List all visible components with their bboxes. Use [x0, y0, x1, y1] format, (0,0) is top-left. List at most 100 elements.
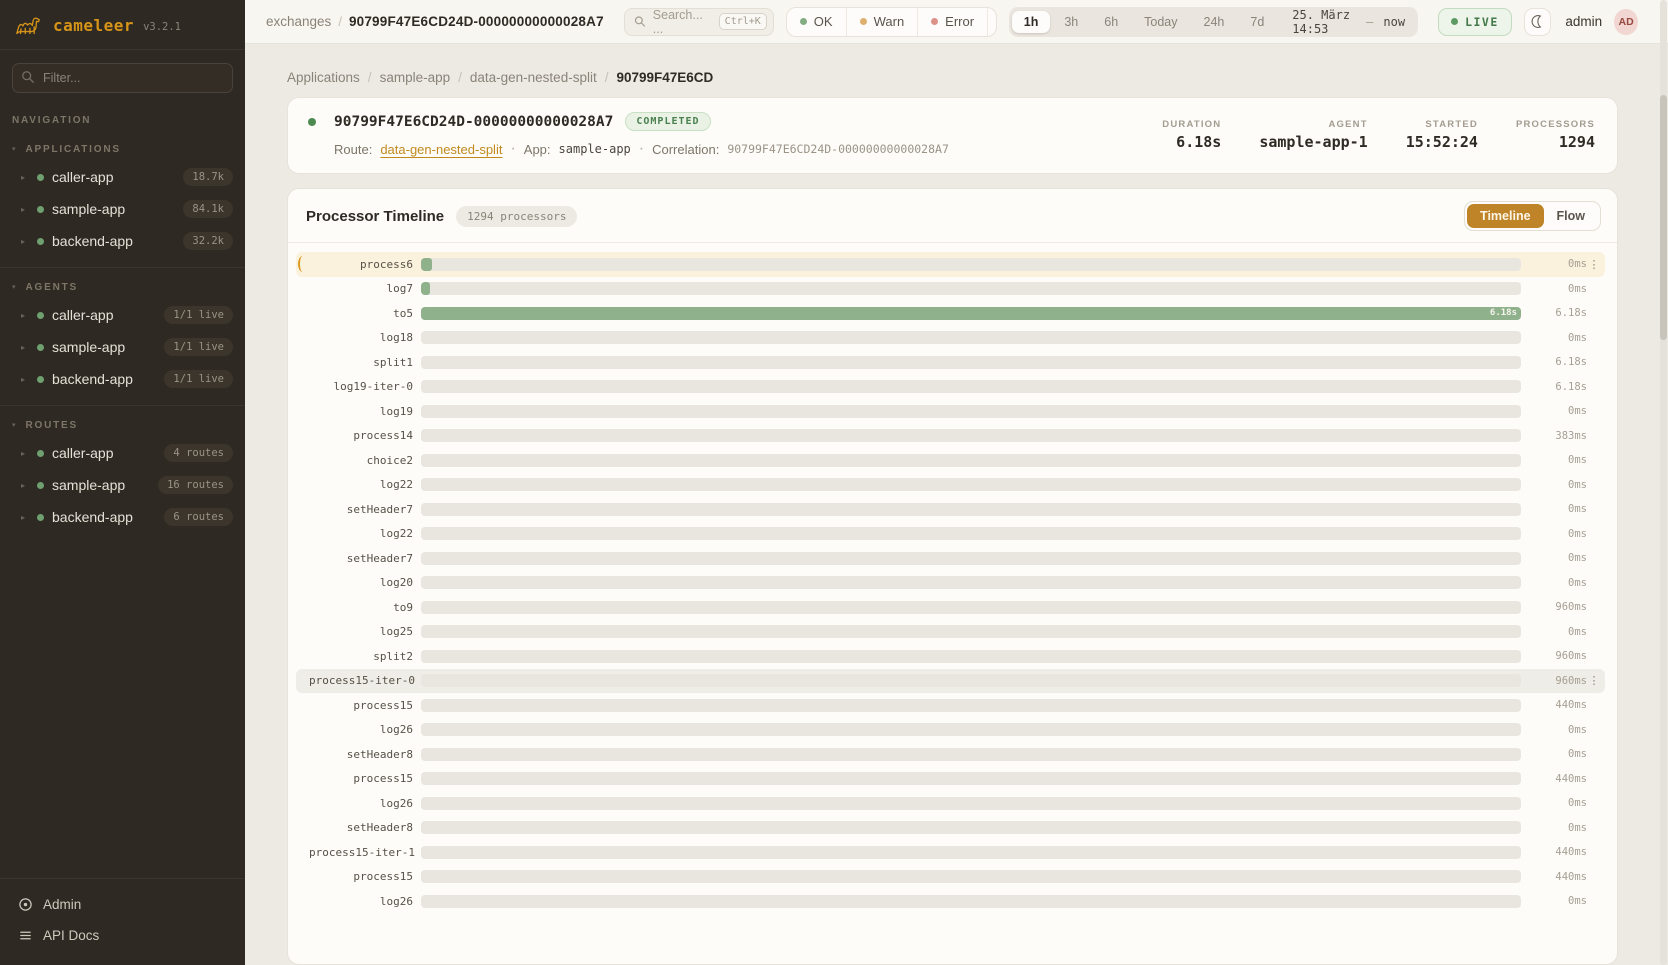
user-name[interactable]: admin: [1565, 14, 1602, 29]
duration-track: [421, 454, 1521, 467]
timeline-row-log26[interactable]: log260ms⋮: [296, 718, 1605, 743]
search-shortcut: Ctrl+K: [719, 13, 767, 30]
sidebar-footer-admin[interactable]: Admin: [0, 889, 245, 920]
timeline-row-log26[interactable]: log260ms⋮: [296, 791, 1605, 816]
timeline-row-split1[interactable]: split16.18s⋮: [296, 350, 1605, 375]
selected-row-bracket: [298, 330, 307, 346]
timeline-row-choice2[interactable]: choice20ms⋮: [296, 448, 1605, 473]
timeline-row-log20[interactable]: log200ms⋮: [296, 571, 1605, 596]
exchange-status-dot: [308, 118, 316, 126]
timeline-row-log22[interactable]: log220ms⋮: [296, 522, 1605, 547]
range-button-today[interactable]: Today: [1132, 11, 1189, 33]
selected-row-bracket: [298, 893, 307, 909]
timeline-row-process15[interactable]: process15440ms⋮: [296, 865, 1605, 890]
processor-name: process15-iter-0: [309, 674, 413, 687]
live-label: LIVE: [1465, 15, 1499, 29]
status-filter-error[interactable]: Error: [918, 8, 988, 36]
timeline-row-log25[interactable]: log250ms⋮: [296, 620, 1605, 645]
range-button-7d[interactable]: 7d: [1238, 11, 1276, 33]
nav-group-header-applications[interactable]: ▾APPLICATIONS: [0, 136, 245, 161]
kebab-menu-icon[interactable]: ⋮: [1587, 674, 1601, 687]
timeline-row-setHeader8[interactable]: setHeader80ms⋮: [296, 742, 1605, 767]
duration-track: [421, 478, 1521, 491]
duration-track: [421, 895, 1521, 908]
stat-processors: PROCESSORS1294: [1516, 119, 1595, 151]
sidebar-item-label: backend-app: [52, 233, 175, 249]
app-logo[interactable]: cameleer v3.2.1: [0, 0, 245, 50]
timeline-row-log19[interactable]: log190ms⋮: [296, 399, 1605, 424]
sidebar-item-sample-app[interactable]: ▸sample-app84.1k: [0, 193, 245, 225]
timeline-row-to5[interactable]: to56.18s6.18s⋮: [296, 301, 1605, 326]
view-button-timeline[interactable]: Timeline: [1467, 204, 1543, 228]
range-button-6h[interactable]: 6h: [1092, 11, 1130, 33]
sidebar-item-caller-app[interactable]: ▸caller-app18.7k: [0, 161, 245, 193]
processor-name: process15-iter-1: [309, 846, 413, 859]
scrollbar-thumb[interactable]: [1660, 95, 1667, 340]
live-dot: [1451, 18, 1458, 25]
timeline-row-to9[interactable]: to9960ms⋮: [296, 595, 1605, 620]
live-toggle[interactable]: LIVE: [1438, 8, 1512, 36]
time-range-separator: —: [1366, 15, 1373, 29]
sidebar-item-sample-app[interactable]: ▸sample-app1/1 live: [0, 331, 245, 363]
sidebar-item-badge: 84.1k: [183, 200, 233, 218]
avatar[interactable]: AD: [1614, 9, 1638, 35]
timeline-row-log19-iter-0[interactable]: log19-iter-06.18s⋮: [296, 375, 1605, 400]
theme-toggle-button[interactable]: [1524, 8, 1552, 36]
sidebar: cameleer v3.2.1 NAVIGATION ▾APPLICATIONS…: [0, 0, 245, 965]
timeline-row-process15-iter-0[interactable]: process15-iter-0960ms⋮: [296, 669, 1605, 694]
timeline-row-log26[interactable]: log260ms⋮: [296, 889, 1605, 914]
timeline-row-process6[interactable]: process60ms⋮: [296, 252, 1605, 277]
sidebar-item-backend-app[interactable]: ▸backend-app1/1 live: [0, 363, 245, 395]
timeline-row-setHeader7[interactable]: setHeader70ms⋮: [296, 546, 1605, 571]
duration-track: [421, 356, 1521, 369]
sidebar-item-label: sample-app: [52, 477, 150, 493]
status-filter-extra[interactable]: [988, 8, 997, 36]
view-button-flow[interactable]: Flow: [1544, 204, 1598, 228]
timeline-row-log18[interactable]: log180ms⋮: [296, 326, 1605, 351]
range-button-3h[interactable]: 3h: [1052, 11, 1090, 33]
sidebar-footer-api-docs[interactable]: API Docs: [0, 920, 245, 951]
timeline-rows: process60ms⋮log70ms⋮to56.18s6.18s⋮log180…: [288, 243, 1617, 914]
timeline-row-log22[interactable]: log220ms⋮: [296, 473, 1605, 498]
timeline-row-process15[interactable]: process15440ms⋮: [296, 693, 1605, 718]
selected-row-bracket: [298, 281, 307, 297]
route-link[interactable]: data-gen-nested-split: [380, 142, 502, 157]
chevron-right-icon: ▸: [21, 311, 29, 320]
nav-group-header-routes[interactable]: ▾ROUTES: [0, 412, 245, 437]
breadcrumb-item-data-gen-nested-split[interactable]: data-gen-nested-split: [470, 70, 597, 85]
sidebar-item-backend-app[interactable]: ▸backend-app6 routes: [0, 501, 245, 533]
duration-track: [421, 601, 1521, 614]
timeline-row-split2[interactable]: split2960ms⋮: [296, 644, 1605, 669]
timeline-row-process15-iter-1[interactable]: process15-iter-1440ms⋮: [296, 840, 1605, 865]
selected-row-bracket: [298, 379, 307, 395]
timeline-row-log7[interactable]: log70ms⋮: [296, 277, 1605, 302]
search-input[interactable]: Search... ... Ctrl+K: [624, 8, 774, 36]
timeline-row-setHeader7[interactable]: setHeader70ms⋮: [296, 497, 1605, 522]
app-label: App:: [524, 142, 551, 157]
sidebar-item-caller-app[interactable]: ▸caller-app4 routes: [0, 437, 245, 469]
sidebar-item-backend-app[interactable]: ▸backend-app32.2k: [0, 225, 245, 257]
breadcrumb-item-applications[interactable]: Applications: [287, 70, 360, 85]
status-badge: COMPLETED: [625, 112, 710, 131]
sidebar-item-sample-app[interactable]: ▸sample-app16 routes: [0, 469, 245, 501]
processor-name: log26: [309, 723, 413, 736]
page-scrollbar[interactable]: [1660, 0, 1667, 965]
status-filter-warn[interactable]: Warn: [847, 8, 919, 36]
timeline-row-process14[interactable]: process14383ms⋮: [296, 424, 1605, 449]
chevron-right-icon: ▸: [21, 237, 29, 246]
sidebar-item-label: caller-app: [52, 307, 156, 323]
kebab-menu-icon[interactable]: ⋮: [1587, 258, 1601, 271]
nav-group-header-agents[interactable]: ▾AGENTS: [0, 274, 245, 299]
breadcrumb-section[interactable]: exchanges: [266, 14, 331, 29]
selected-row-bracket: [298, 820, 307, 836]
nav-group-agents: ▾AGENTS▸caller-app1/1 live▸sample-app1/1…: [0, 268, 245, 406]
filter-input[interactable]: [12, 63, 233, 93]
range-button-24h[interactable]: 24h: [1192, 11, 1237, 33]
search-icon: [634, 15, 646, 28]
status-filter-ok[interactable]: OK: [787, 8, 847, 36]
timeline-row-setHeader8[interactable]: setHeader80ms⋮: [296, 816, 1605, 841]
sidebar-item-caller-app[interactable]: ▸caller-app1/1 live: [0, 299, 245, 331]
timeline-row-process15[interactable]: process15440ms⋮: [296, 767, 1605, 792]
range-button-1h[interactable]: 1h: [1012, 11, 1051, 33]
breadcrumb-item-sample-app[interactable]: sample-app: [380, 70, 451, 85]
